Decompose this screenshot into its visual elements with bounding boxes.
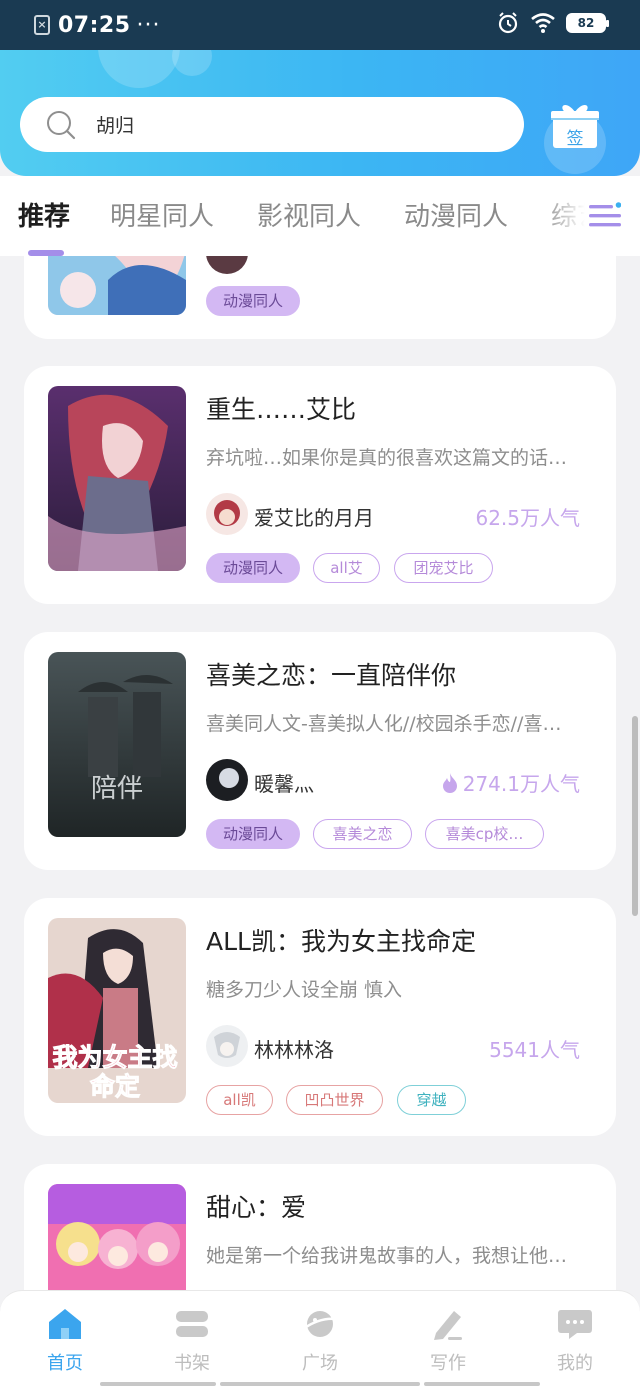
status-bar: × 07:25 ··· 82 (0, 0, 640, 50)
bottom-navigation: 首页 书架 广场 写作 我的 (0, 1290, 640, 1387)
book-card[interactable]: 我为女主找命定 ALL凯：我为女主找命定 糖多刀少人设全崩 慎入 林林林洛 55… (24, 898, 616, 1136)
scrollbar-thumb[interactable] (632, 716, 638, 916)
checkin-label: 签 (566, 129, 584, 149)
book-title: 重生……艾比 (206, 395, 357, 424)
tag[interactable]: all艾 (313, 553, 380, 583)
book-cover (48, 386, 186, 571)
tab-star-fanfic[interactable]: 明星同人 (110, 196, 214, 233)
tag[interactable]: 穿越 (397, 1085, 466, 1115)
book-description: 喜美同人文-喜美拟人化//校园杀手恋//喜… (206, 713, 562, 735)
tab-recommend[interactable]: 推荐 (18, 196, 70, 233)
popularity-text: 274.1万人气 (462, 772, 580, 796)
nav-bookshelf[interactable]: 书架 (128, 1291, 256, 1387)
nav-square[interactable]: 广场 (256, 1291, 384, 1387)
status-more-dots: ··· (136, 12, 161, 38)
nav-square-label: 广场 (302, 1353, 338, 1374)
book-cover (48, 1184, 186, 1290)
popularity-text: 5541人气 (489, 1038, 580, 1062)
tag[interactable]: all凯 (206, 1085, 273, 1115)
planet-icon (302, 1311, 338, 1337)
book-description: 弃坑啦…如果你是真的很喜欢这篇文的话… (206, 447, 568, 469)
author-avatar[interactable] (206, 759, 248, 801)
book-card[interactable]: 陪伴 喜美之恋：一直陪伴你 喜美同人文-喜美拟人化//校园杀手恋//喜… 暖馨灬… (24, 632, 616, 870)
popularity-text: 62.5万人气 (475, 506, 580, 530)
book-cover: 我为女主找命定 (48, 918, 186, 1103)
author-name[interactable]: 爱艾比的月月 (254, 502, 374, 531)
search-bar[interactable]: 胡归 (20, 97, 524, 152)
no-sim-icon: × (34, 15, 50, 35)
chat-bubble-icon (558, 1310, 592, 1339)
gesture-bar (220, 1382, 420, 1386)
author-avatar[interactable] (206, 493, 248, 535)
hot-flame-icon (442, 772, 457, 793)
book-title: ALL凯：我为女主找命定 (206, 927, 476, 956)
battery-indicator: 82 (566, 13, 609, 33)
popularity-count: 5541人气 (489, 1034, 580, 1063)
book-card[interactable]: 动漫同人 (24, 256, 616, 339)
author-avatar[interactable] (206, 256, 248, 274)
nav-write-label: 写作 (430, 1353, 466, 1374)
tag[interactable]: 动漫同人 (206, 553, 300, 583)
search-icon (47, 110, 76, 139)
book-card[interactable]: 重生……艾比 弃坑啦…如果你是真的很喜欢这篇文的话… 爱艾比的月月 62.5万人… (24, 366, 616, 604)
search-query: 胡归 (96, 115, 135, 137)
wifi-icon (531, 13, 555, 33)
book-list: 动漫同人 重生……艾比 弃坑啦…如果你是真的很喜欢这篇文的话… 爱艾比的月月 6… (0, 256, 640, 1290)
book-cover: 陪伴 (48, 652, 186, 837)
tab-anime-fanfic[interactable]: 动漫同人 (404, 196, 508, 233)
gesture-bar (100, 1382, 216, 1386)
tab-film-fanfic[interactable]: 影视同人 (257, 196, 361, 233)
tag[interactable]: 动漫同人 (206, 819, 300, 849)
alarm-icon (498, 12, 518, 34)
book-cover (48, 256, 186, 315)
nav-mine[interactable]: 我的 (511, 1291, 639, 1387)
nav-home-label: 首页 (47, 1353, 83, 1374)
svg-text:陪伴: 陪伴 (91, 774, 143, 804)
book-description: 糖多刀少人设全崩 慎入 (206, 979, 403, 1001)
tag[interactable]: 团宠艾比 (394, 553, 493, 583)
tag[interactable]: 凹凸世界 (286, 1085, 383, 1115)
popularity-count: 62.5万人气 (475, 502, 580, 531)
bookshelf-icon (176, 1311, 208, 1337)
author-name[interactable]: 林林林洛 (254, 1034, 334, 1063)
tag[interactable]: 动漫同人 (206, 286, 300, 316)
book-description: 她是第一个给我讲鬼故事的人，我想让他… (206, 1245, 568, 1267)
tag[interactable]: 喜美cp校… (425, 819, 544, 849)
author-name[interactable]: 暖馨灬 (254, 768, 314, 797)
pen-icon (434, 1311, 462, 1340)
nav-mine-label: 我的 (557, 1353, 593, 1374)
cover-title-text: 我为女主找命定 (52, 1043, 178, 1102)
book-title: 喜美之恋：一直陪伴你 (206, 661, 457, 690)
popularity-count: 274.1万人气 (441, 768, 580, 797)
tag[interactable]: 喜美之恋 (313, 819, 412, 849)
nav-write[interactable]: 写作 (384, 1291, 512, 1387)
book-title: 甜心：爱 (206, 1193, 307, 1222)
category-menu-icon[interactable] (589, 200, 621, 232)
status-time: 07:25 (58, 12, 131, 38)
nav-home[interactable]: 首页 (1, 1291, 129, 1387)
author-avatar[interactable] (206, 1025, 248, 1067)
nav-bookshelf-label: 书架 (174, 1353, 210, 1374)
checkin-gift-button[interactable]: 签 (550, 102, 600, 150)
gesture-bar (424, 1382, 540, 1386)
book-card[interactable]: 甜心：爱 她是第一个给我讲鬼故事的人，我想让他… (24, 1164, 616, 1290)
home-icon (49, 1309, 81, 1339)
